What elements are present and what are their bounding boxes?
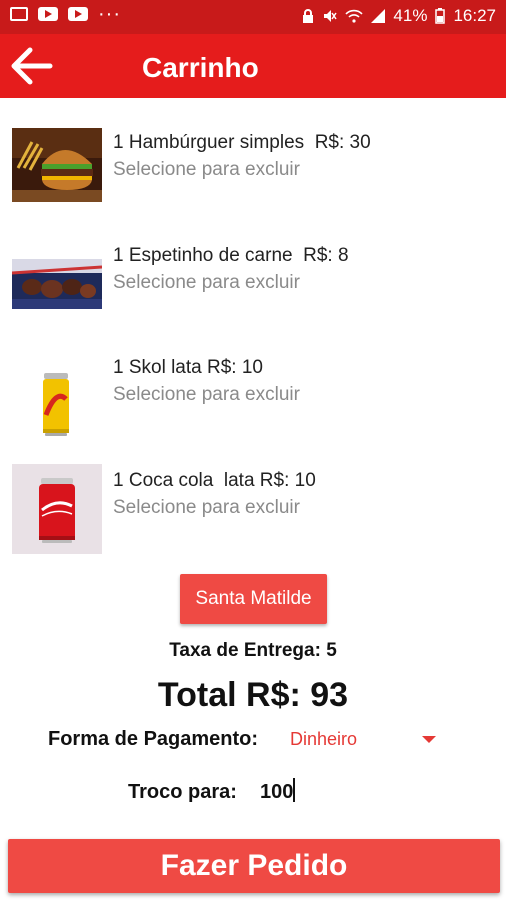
text-cursor [293, 778, 296, 802]
payment-method-value: Dinheiro [290, 729, 358, 749]
status-bar-left: ··· [10, 3, 121, 25]
overflow-dots: ··· [98, 3, 121, 25]
payment-method-label: Forma de Pagamento: [48, 728, 259, 750]
status-bar-right: 41% 16:27 [301, 6, 496, 26]
delivery-fee: Taxa de Entrega: 5 [169, 640, 337, 661]
app-bar: Carrinho [0, 34, 506, 98]
payment-method-select[interactable]: Dinheiro [282, 726, 442, 756]
item-name: 1 Skol lata R$: 10 [113, 357, 263, 378]
hamburger-image [12, 128, 102, 202]
cart-item[interactable]: 1 Skol lata R$: 10 Selecione para exclui… [0, 347, 506, 449]
signal-icon [371, 9, 386, 23]
change-input[interactable]: 100 [260, 778, 400, 806]
neighborhood-button[interactable]: Santa Matilde [180, 574, 327, 624]
item-delete-hint: Selecione para excluir [113, 272, 300, 293]
change-label: Troco para: [128, 781, 237, 803]
image-icon [10, 7, 28, 21]
clock: 16:27 [453, 6, 496, 25]
item-delete-hint: Selecione para excluir [113, 159, 300, 180]
soda-can-image [12, 464, 102, 554]
lock-icon [303, 9, 314, 23]
cart-item[interactable]: 1 Espetinho de carne R$: 8 Selecione par… [0, 235, 506, 335]
item-delete-hint: Selecione para excluir [113, 497, 300, 518]
place-order-button[interactable]: Fazer Pedido [8, 839, 500, 893]
page-title: Carrinho [142, 52, 259, 83]
change-value: 100 [260, 781, 294, 803]
youtube-icon [68, 7, 88, 21]
wifi-icon [345, 9, 364, 23]
item-name: 1 Hambúrguer simples R$: 30 [113, 132, 371, 153]
chevron-down-icon [422, 736, 436, 743]
beer-can-image [12, 359, 102, 449]
order-total: Total R$: 93 [157, 676, 349, 714]
item-delete-hint: Selecione para excluir [113, 384, 300, 405]
cart-item[interactable]: 1 Coca cola lata R$: 10 Selecione para e… [0, 460, 506, 560]
back-button[interactable] [8, 44, 56, 88]
arrow-left-icon [11, 47, 53, 85]
mute-icon [324, 10, 338, 22]
item-name: 1 Espetinho de carne R$: 8 [113, 245, 349, 266]
cart-item[interactable]: 1 Hambúrguer simples R$: 30 Selecione pa… [0, 122, 506, 222]
item-name: 1 Coca cola lata R$: 10 [113, 470, 316, 491]
battery-icon [435, 8, 446, 24]
skewer-image [12, 259, 102, 309]
battery-level: 41% [393, 6, 428, 25]
status-bar: ··· 41% 16:27 [0, 0, 506, 34]
youtube-icon [38, 7, 58, 21]
